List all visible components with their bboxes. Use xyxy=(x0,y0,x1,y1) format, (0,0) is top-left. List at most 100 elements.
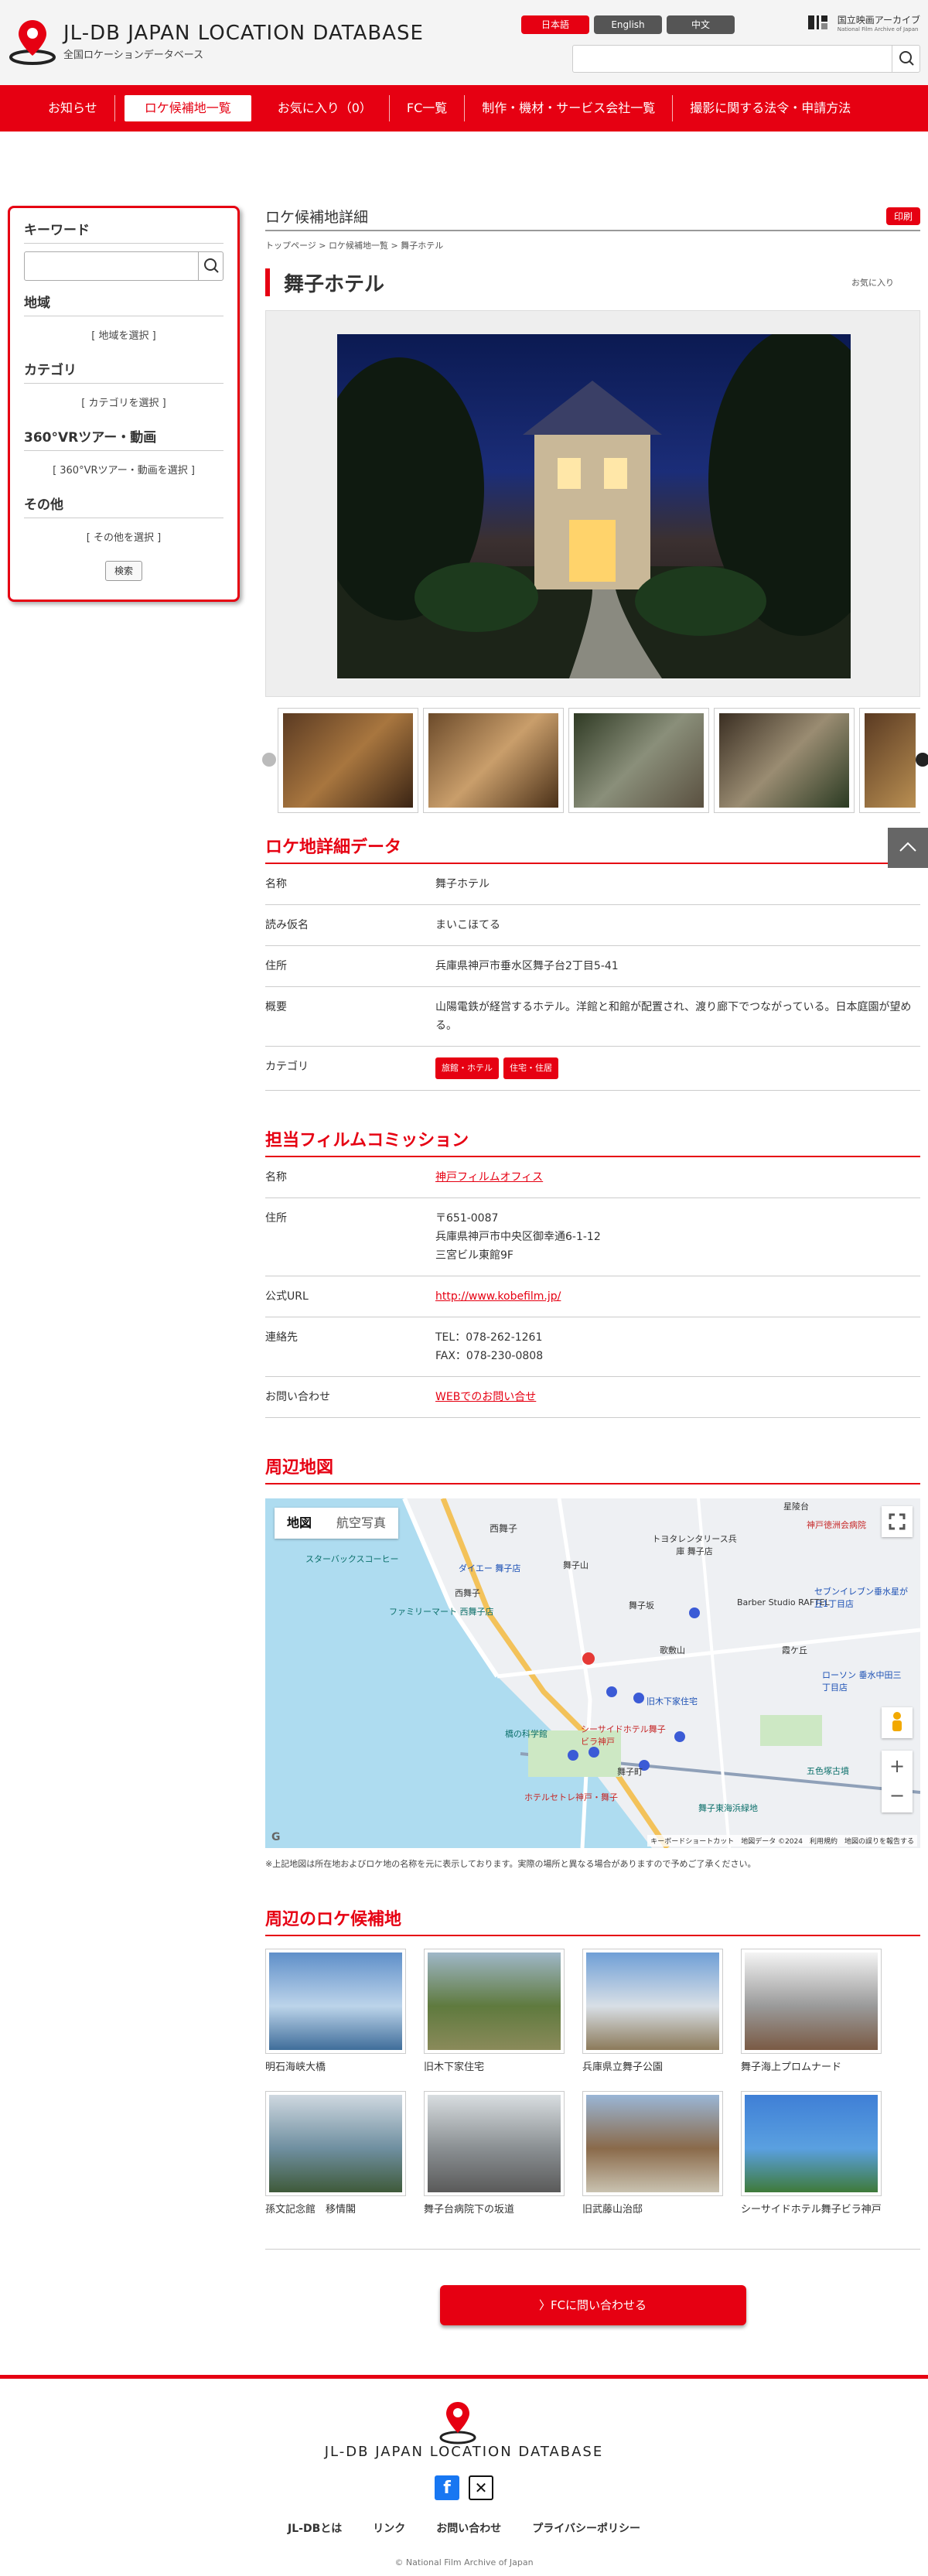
map-label: 霞ケ丘 xyxy=(782,1645,807,1655)
x-icon[interactable]: ✕ xyxy=(469,2475,493,2500)
lang-japanese[interactable]: 日本語 xyxy=(521,15,589,34)
category-tag-residence[interactable]: 住宅・住居 xyxy=(503,1057,558,1079)
search-sidebar: キーワード 地域 [ 地域を選択 ] カテゴリ [ カテゴリを選択 ] 360°… xyxy=(8,206,240,602)
favorite-button[interactable]: お気に入り xyxy=(851,276,894,289)
nearby-item[interactable]: 舞子海上プロムナード xyxy=(741,1949,882,2075)
map-label: 西舞子 xyxy=(455,1588,480,1598)
print-button[interactable]: 印刷 xyxy=(885,207,920,225)
row-key: 住所 xyxy=(265,1212,287,1225)
row-value: まいこほてる xyxy=(435,919,500,931)
footer-logo[interactable]: JL-DB JAPAN LOCATION DATABASE xyxy=(0,2444,928,2460)
fc-url-link[interactable]: http://www.kobefilm.jp/ xyxy=(435,1290,561,1303)
back-to-top-button[interactable] xyxy=(888,828,928,868)
zoom-out-icon[interactable]: − xyxy=(882,1782,913,1812)
other-select[interactable]: [ その他を選択 ] xyxy=(24,518,223,550)
carousel-prev-icon[interactable] xyxy=(262,753,276,767)
thumbnail-2[interactable] xyxy=(423,708,564,813)
nearby-item[interactable]: 舞子台病院下の坂道 xyxy=(424,2091,565,2218)
nav-news[interactable]: お知らせ xyxy=(31,95,115,121)
site-logo[interactable]: JL-DB JAPAN LOCATION DATABASE 全国ロケーションデー… xyxy=(8,17,424,65)
map-label: ホテルセトレ神戸・舞子 xyxy=(524,1792,618,1802)
main-content: ロケ候補地詳細 印刷 トップページ > ロケ候補地一覧 > 舞子ホテル 舞子ホテ… xyxy=(262,206,928,2325)
breadcrumb[interactable]: トップページ > ロケ候補地一覧 > 舞子ホテル xyxy=(265,239,920,251)
nearby-map[interactable]: 星陵台 西舞子 トヨタレンタリース兵庫 舞子店 神戸徳洲会病院 スターバックスコ… xyxy=(265,1498,920,1848)
thumbnail-3[interactable] xyxy=(568,708,709,813)
map-note: ※上記地図は所在地およびロケ地の名称を元に表示しております。実際の場所と異なる場… xyxy=(265,1859,756,1869)
nav-companies[interactable]: 制作・機材・サービス会社一覧 xyxy=(465,95,674,121)
nav-laws[interactable]: 撮影に関する法令・申請方法 xyxy=(673,95,868,121)
fc-inquiry-link[interactable]: WEBでのお問い合せ xyxy=(435,1391,536,1403)
facebook-icon[interactable]: f xyxy=(435,2475,459,2500)
nearby-item[interactable]: 明石海峡大橋 xyxy=(265,1949,406,2075)
site-search-input[interactable] xyxy=(572,45,920,73)
thumbnail-1[interactable] xyxy=(278,708,418,813)
keyword-search-button[interactable] xyxy=(198,252,223,280)
fc-row-contact: 連絡先 TEL：078-262-1261 FAX：078-230-0808 xyxy=(265,1317,920,1377)
fc-inquiry-button[interactable]: 〉FCに問い合わせる xyxy=(439,2285,746,2325)
nearby-item[interactable]: 兵庫県立舞子公園 xyxy=(582,1949,723,2075)
footer-link-about[interactable]: JL-DBとは xyxy=(288,2520,342,2536)
lang-english[interactable]: English xyxy=(594,15,662,34)
fc-address: 兵庫県神戸市中央区御幸通6-1-12 xyxy=(435,1231,601,1243)
main-photo[interactable] xyxy=(314,326,894,678)
nearby-item[interactable]: 孫文記念館 移情閣 xyxy=(265,2091,406,2218)
nearby-caption: 明石海峡大橋 xyxy=(265,2062,326,2073)
nearby-caption: シーサイドホテル舞子ビラ神戸 xyxy=(741,2204,882,2216)
carousel-next-icon[interactable] xyxy=(916,753,928,767)
map-label: ローソン 垂水中田三丁目店 xyxy=(822,1670,902,1693)
nfa-logo[interactable]: 国立映画アーカイブ National Film Archive of Japan xyxy=(807,12,920,32)
vr-select[interactable]: [ 360°VRツアー・動画を選択 ] xyxy=(24,451,223,483)
map-tab-map[interactable]: 地図 xyxy=(275,1508,324,1539)
map-label: 歌敷山 xyxy=(660,1645,685,1655)
category-tag-hotel[interactable]: 旅館・ホテル xyxy=(435,1057,499,1079)
site-footer: JL-DB JAPAN LOCATION DATABASE f ✕ JL-DBと… xyxy=(0,2375,928,2576)
footer-link-privacy[interactable]: プライバシーポリシー xyxy=(532,2520,640,2536)
search-button[interactable] xyxy=(892,46,919,72)
lang-chinese[interactable]: 中文 xyxy=(667,15,735,34)
row-key: 公式URL xyxy=(265,1290,309,1303)
map-heading: 周辺地図 xyxy=(265,1454,920,1484)
location-pin-icon xyxy=(439,2402,476,2444)
nav-favorites[interactable]: お気に入り（0） xyxy=(261,95,390,121)
map-label: 舞子坂 xyxy=(629,1601,654,1611)
nearby-item[interactable]: 旧木下家住宅 xyxy=(424,1949,565,2075)
footer-link-contact[interactable]: お問い合わせ xyxy=(436,2520,501,2536)
street-view-icon[interactable] xyxy=(882,1707,913,1738)
thumbnail-5[interactable] xyxy=(859,708,920,813)
map-label: 星陵台 xyxy=(783,1502,809,1512)
nav-location-list[interactable]: ロケ候補地一覧 xyxy=(124,95,251,121)
map-label: シーサイドホテル舞子ビラ神戸 xyxy=(581,1724,666,1747)
logo-subtitle: 全国ロケーションデータベース xyxy=(63,49,204,61)
zoom-controls: + − xyxy=(882,1751,913,1812)
sidebar-search-button[interactable]: 検索 xyxy=(105,561,142,581)
nfa-subname: National Film Archive of Japan xyxy=(837,26,919,32)
google-logo-icon: G xyxy=(271,1831,281,1843)
thumbnail-carousel xyxy=(262,708,928,813)
nearby-item[interactable]: シーサイドホテル舞子ビラ神戸 xyxy=(741,2091,882,2218)
map-label: セブンイレブン垂水星が丘1丁目店 xyxy=(814,1587,908,1609)
keyword-input[interactable] xyxy=(24,251,223,281)
fullscreen-icon[interactable] xyxy=(882,1506,913,1537)
nearby-item[interactable]: 旧武藤山治邸 xyxy=(582,2091,723,2218)
category-heading: カテゴリ xyxy=(24,359,223,384)
fc-row-address: 住所 〒651-0087 兵庫県神戸市中央区御幸通6-1-12 三宮ビル東館9F xyxy=(265,1198,920,1276)
map-label: 舞子東海浜緑地 xyxy=(698,1803,758,1813)
row-value: 兵庫県神戸市垂水区舞子台2丁目5-41 xyxy=(435,960,619,972)
footer-links: JL-DBとは リンク お問い合わせ プライバシーポリシー xyxy=(0,2520,928,2536)
data-row-reading: 読み仮名 まいこほてる xyxy=(265,905,920,946)
fc-row-name: 名称 神戸フィルムオフィス xyxy=(265,1157,920,1198)
footer-link-links[interactable]: リンク xyxy=(373,2520,405,2536)
map-tab-aerial[interactable]: 航空写真 xyxy=(324,1508,398,1539)
region-select[interactable]: [ 地域を選択 ] xyxy=(24,316,223,348)
fc-name-link[interactable]: 神戸フィルムオフィス xyxy=(435,1171,543,1184)
chevron-up-icon xyxy=(899,842,916,852)
row-key: 住所 xyxy=(265,960,287,972)
nav-fc-list[interactable]: FC一覧 xyxy=(390,95,466,121)
map-label: トヨタレンタリース兵庫 舞子店 xyxy=(652,1534,737,1556)
social-links: f ✕ xyxy=(0,2475,928,2500)
zoom-in-icon[interactable]: + xyxy=(882,1751,913,1782)
category-select[interactable]: [ カテゴリを選択 ] xyxy=(24,384,223,415)
fc-fax: FAX：078-230-0808 xyxy=(435,1350,544,1362)
language-switcher: 日本語 English 中文 xyxy=(521,15,735,34)
thumbnail-4[interactable] xyxy=(714,708,855,813)
